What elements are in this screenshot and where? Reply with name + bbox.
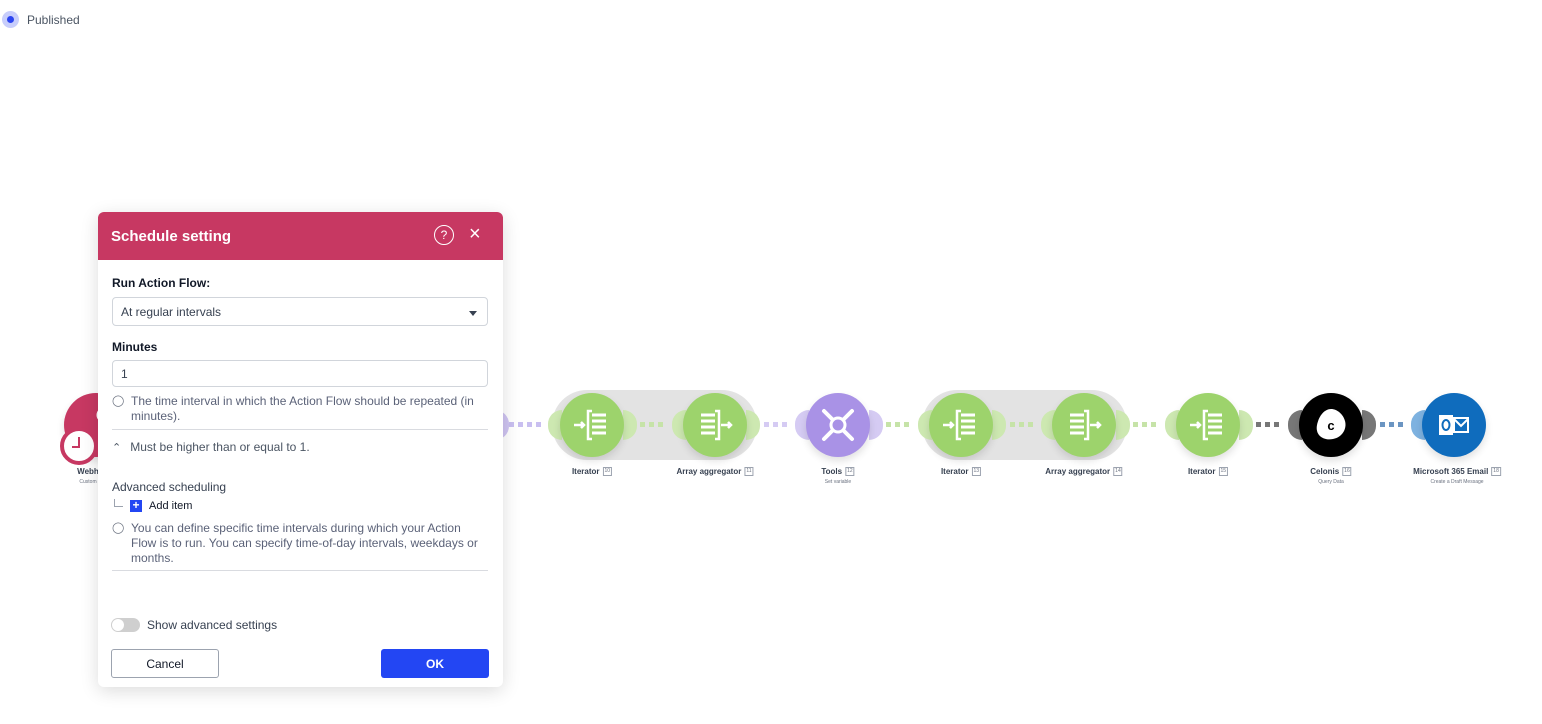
cancel-button[interactable]: Cancel (111, 649, 219, 678)
iterator-icon (943, 409, 975, 441)
connector-handle[interactable] (1239, 410, 1253, 440)
celonis-node[interactable]: c (1299, 393, 1363, 457)
chevron-down-icon (469, 311, 477, 316)
connector-handle[interactable] (1362, 410, 1376, 440)
lightbulb-icon: ◯ (112, 522, 125, 534)
close-icon[interactable]: × (469, 224, 481, 244)
celonis-icon: c (1316, 409, 1346, 440)
array-aggregator-icon (1070, 409, 1102, 441)
node-subtitle: Create a Draft Message (1430, 479, 1484, 485)
advanced-hint: ◯ You can define specific time intervals… (112, 521, 488, 566)
node-subtitle: Set variable (824, 479, 852, 485)
status-dot-icon (2, 11, 19, 28)
run-action-flow-label: Run Action Flow: (112, 276, 211, 290)
hint-text: The time interval in which the Action Fl… (131, 394, 474, 423)
validation-text: Must be higher than or equal to 1. (130, 440, 310, 454)
array-aggregator-icon (701, 409, 733, 441)
validation-row[interactable]: ⌃ Must be higher than or equal to 1. (112, 440, 488, 454)
help-icon[interactable]: ? (434, 225, 454, 245)
connector[interactable] (1380, 422, 1403, 427)
node-title: Iterator 15 (1187, 467, 1229, 476)
array-aggregator-node[interactable] (1052, 393, 1116, 457)
microsoft-365-email-node[interactable] (1422, 393, 1486, 457)
array-aggregator-node[interactable] (683, 393, 747, 457)
clock-icon[interactable] (60, 427, 98, 465)
node-subtitle: Custom (79, 479, 97, 485)
add-item-label: Add item (149, 500, 193, 512)
show-advanced-settings-row[interactable]: Show advanced settings (111, 618, 277, 632)
advanced-scheduling-label: Advanced scheduling (112, 480, 227, 494)
divider (112, 570, 488, 571)
minutes-hint: ◯ The time interval in which the Action … (112, 394, 488, 424)
connector[interactable] (1010, 422, 1033, 427)
iterator-icon (1190, 409, 1222, 441)
node-title: Iterator 13 (940, 467, 982, 476)
node-title: Array aggregator 11 (676, 467, 754, 476)
connector[interactable] (1256, 422, 1279, 427)
iterator-node[interactable] (929, 393, 993, 457)
tree-line (114, 499, 123, 507)
node-title: Microsoft 365 Email 18 (1413, 467, 1501, 476)
schedule-setting-dialog: Schedule setting ? × Run Action Flow: At… (98, 212, 503, 687)
toggle-label: Show advanced settings (147, 618, 278, 632)
dialog-header: Schedule setting ? × (98, 212, 503, 260)
minutes-label: Minutes (112, 340, 158, 354)
node-title: Iterator 10 (571, 467, 613, 476)
chevron-up-icon: ⌃ (112, 441, 122, 454)
iterator-node[interactable] (560, 393, 624, 457)
tools-icon (822, 409, 854, 441)
iterator-node[interactable] (1176, 393, 1240, 457)
node-title: Tools 12 (821, 467, 855, 476)
connector-handle[interactable] (1116, 410, 1130, 440)
node-title: Array aggregator 14 (1045, 467, 1123, 476)
iterator-icon (574, 409, 606, 441)
hint-text: You can define specific time intervals d… (131, 521, 478, 565)
node-title: Celonis 16 (1310, 467, 1352, 476)
lightbulb-icon: ◯ (112, 395, 125, 407)
status-label: Published (27, 12, 80, 27)
divider (112, 429, 488, 430)
ok-button[interactable]: OK (381, 649, 489, 678)
connector-handle[interactable] (746, 410, 760, 440)
svg-text:c: c (1327, 418, 1334, 433)
connector[interactable] (1133, 422, 1156, 427)
connector[interactable] (886, 422, 909, 427)
plus-icon: + (130, 499, 142, 512)
publish-status: Published (2, 11, 80, 28)
run-action-flow-select[interactable]: At regular intervals (112, 297, 488, 326)
tools-node[interactable] (806, 393, 870, 457)
node-title: Webh (77, 467, 99, 476)
minutes-input[interactable]: 1 (112, 360, 488, 387)
outlook-icon (1439, 415, 1469, 435)
connector[interactable] (764, 422, 787, 427)
connector-handle[interactable] (869, 410, 883, 440)
dialog-title: Schedule setting (111, 227, 232, 245)
connector[interactable] (640, 422, 663, 427)
select-value: At regular intervals (121, 304, 222, 319)
node-subtitle: Query Data (1318, 479, 1344, 485)
add-item-button[interactable]: + Add item (114, 499, 488, 512)
show-advanced-toggle[interactable] (111, 618, 140, 632)
scenario-canvas[interactable]: Published Webh Custom Iterator 10 Array … (0, 0, 1542, 724)
